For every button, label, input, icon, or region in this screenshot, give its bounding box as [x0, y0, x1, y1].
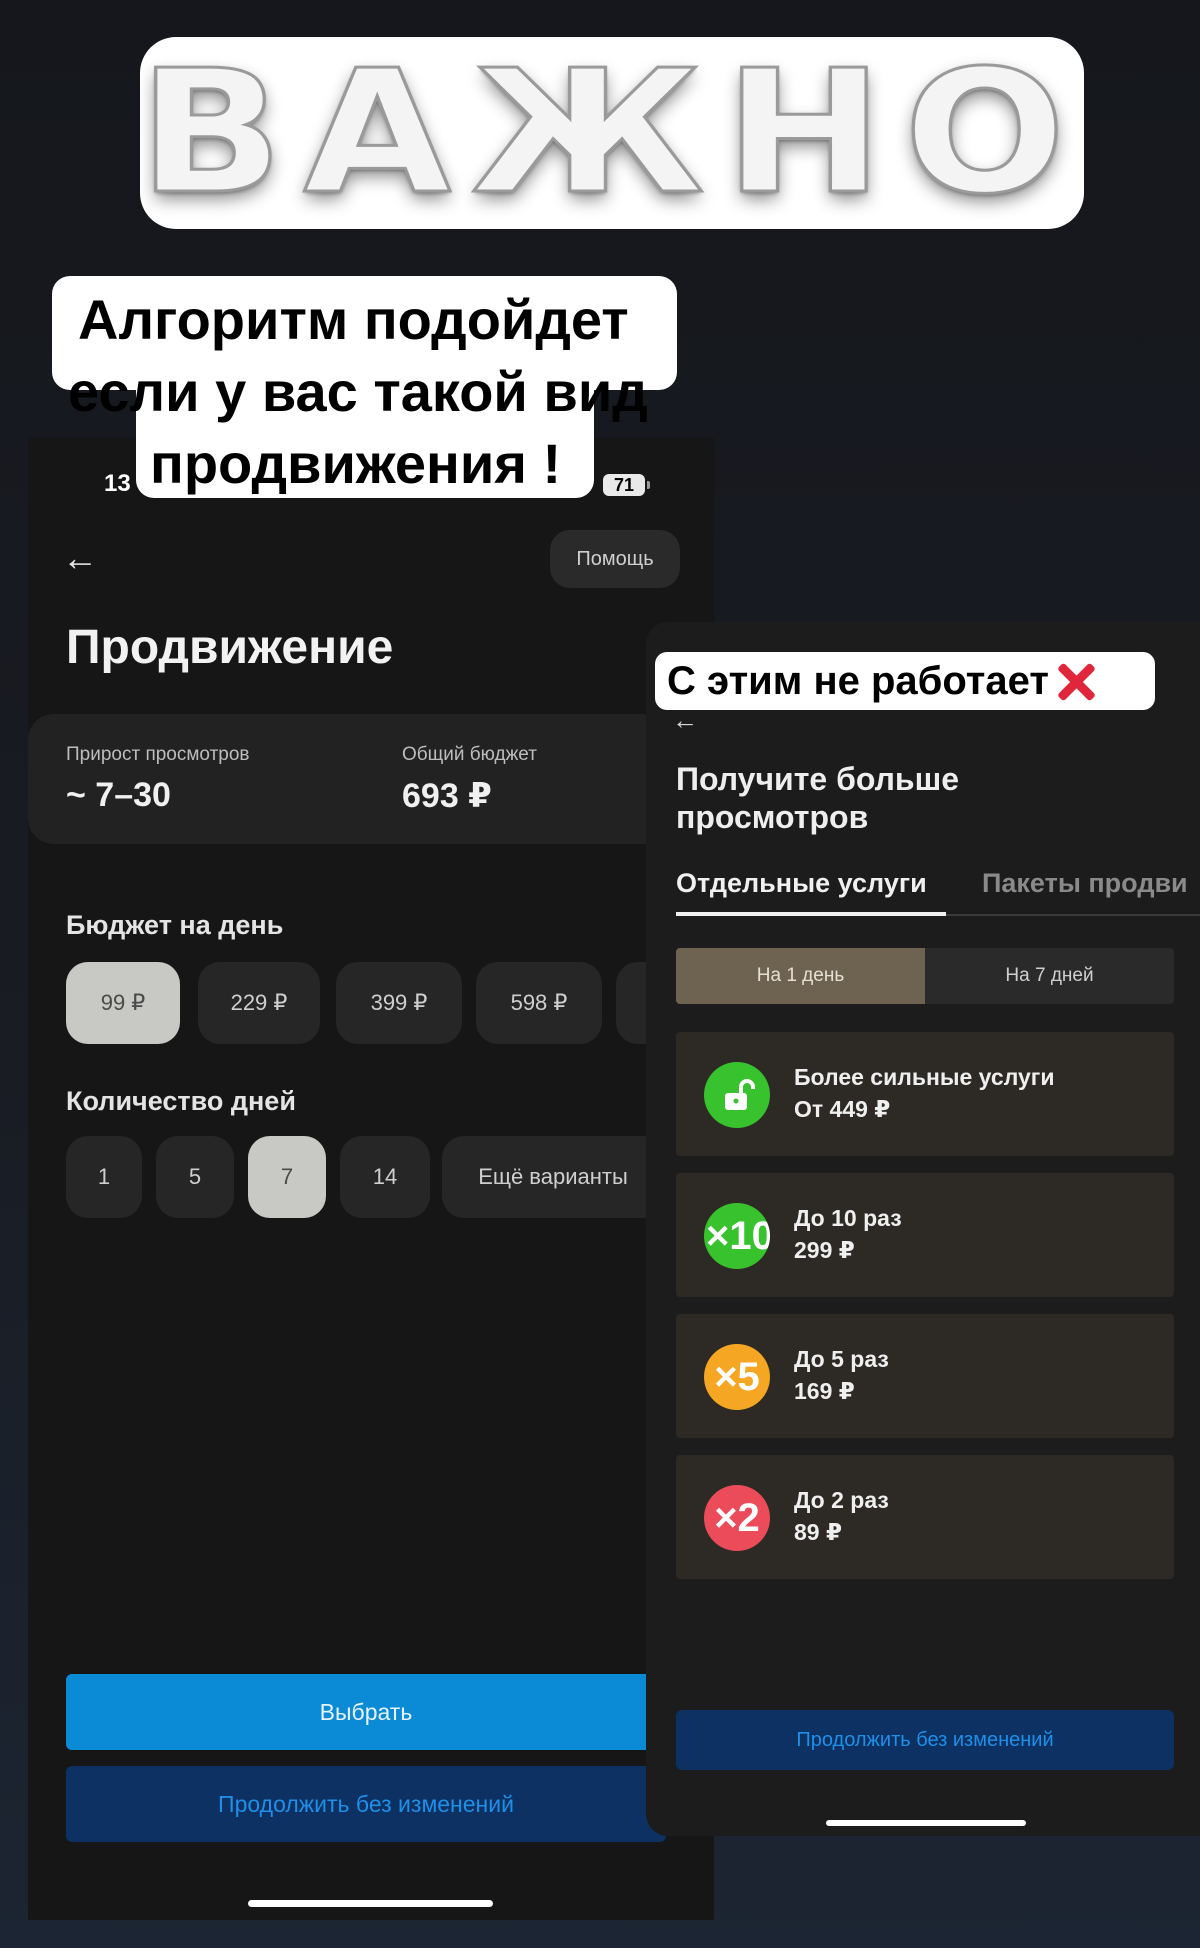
select-button[interactable]: Выбрать	[66, 1674, 666, 1750]
days-chip[interactable]: 5	[156, 1136, 234, 1218]
battery-indicator: 71	[603, 474, 650, 496]
headline-banner: ВАЖНО	[137, 34, 1086, 232]
promo-title: Получите больше просмотров	[676, 761, 960, 835]
service-price: От 449 ₽	[794, 1096, 891, 1122]
back-arrow-icon[interactable]: ←	[672, 705, 698, 736]
daily-budget-label: Бюджет на день	[66, 910, 284, 940]
segment-1-day[interactable]: На 1 день	[676, 948, 925, 1004]
days-label: Количество дней	[66, 1086, 296, 1116]
home-indicator	[826, 1820, 1026, 1826]
budget-label: Общий бюджет	[402, 744, 537, 765]
x5-icon: ×5	[704, 1344, 770, 1410]
help-button[interactable]: Помощь	[550, 530, 680, 588]
tab-packages[interactable]: Пакеты продви	[982, 868, 1188, 899]
service-card[interactable]: ×2 До 2 раз 89 ₽	[676, 1455, 1174, 1579]
service-card[interactable]: ×10 До 10 раз 299 ₽	[676, 1173, 1174, 1297]
budget-chip[interactable]: 99 ₽	[66, 962, 180, 1044]
service-price: 299 ₽	[794, 1237, 855, 1263]
unlock-icon	[704, 1062, 770, 1128]
service-title: До 2 раз	[794, 1487, 889, 1513]
caption-not-working-text: С этим не работает	[667, 658, 1049, 703]
days-chip[interactable]: 1	[66, 1136, 142, 1218]
home-indicator	[248, 1900, 493, 1907]
back-arrow-icon[interactable]: ←	[62, 540, 98, 576]
service-card[interactable]: Более сильные услуги От 449 ₽	[676, 1032, 1174, 1156]
service-price: 89 ₽	[794, 1519, 842, 1545]
active-tab-underline	[676, 912, 946, 916]
budget-chip[interactable]: 229 ₽	[198, 962, 320, 1044]
stats-card: Прирост просмотров ~ 7–30 Общий бюджет 6…	[28, 714, 668, 844]
x10-icon: ×10	[704, 1203, 770, 1269]
budget-chip[interactable]: 399 ₽	[336, 962, 462, 1044]
cross-mark-icon	[1053, 659, 1097, 703]
budget-chip-partial[interactable]	[616, 962, 646, 1044]
continue-button[interactable]: Продолжить без изменений	[676, 1710, 1174, 1770]
status-time: 13	[104, 470, 131, 497]
tab-individual-services[interactable]: Отдельные услуги	[676, 868, 927, 899]
service-title: До 5 раз	[794, 1346, 889, 1372]
more-options-chip[interactable]: Ещё варианты	[442, 1136, 664, 1218]
continue-button[interactable]: Продолжить без изменений	[66, 1766, 666, 1842]
views-value: ~ 7–30	[66, 776, 171, 814]
caption-line-3: продвижения !	[150, 432, 562, 495]
service-title: До 10 раз	[794, 1205, 902, 1231]
days-chip[interactable]: 7	[248, 1136, 326, 1218]
service-price: 169 ₽	[794, 1378, 855, 1404]
x2-icon: ×2	[704, 1485, 770, 1551]
budget-value: 693 ₽	[402, 777, 492, 815]
duration-segmented-control: На 1 день На 7 дней	[676, 948, 1174, 1004]
service-card[interactable]: ×5 До 5 раз 169 ₽	[676, 1314, 1174, 1438]
tab-bar: Отдельные услуги Пакеты продви	[676, 868, 1200, 918]
days-chip[interactable]: 14	[340, 1136, 430, 1218]
caption-line-1: Алгоритм подойдет	[78, 288, 629, 351]
segment-7-days[interactable]: На 7 дней	[925, 948, 1174, 1004]
caption-not-working: С этим не работает	[655, 652, 1155, 710]
service-title: Более сильные услуги	[794, 1064, 1055, 1090]
budget-chip[interactable]: 598 ₽	[476, 962, 602, 1044]
page-title: Продвижение	[66, 621, 394, 674]
views-label: Прирост просмотров	[66, 744, 250, 765]
tab-divider	[946, 914, 1200, 916]
headline-text: ВАЖНО	[137, 34, 1086, 232]
caption-line-2: если у вас такой вид	[68, 360, 648, 423]
